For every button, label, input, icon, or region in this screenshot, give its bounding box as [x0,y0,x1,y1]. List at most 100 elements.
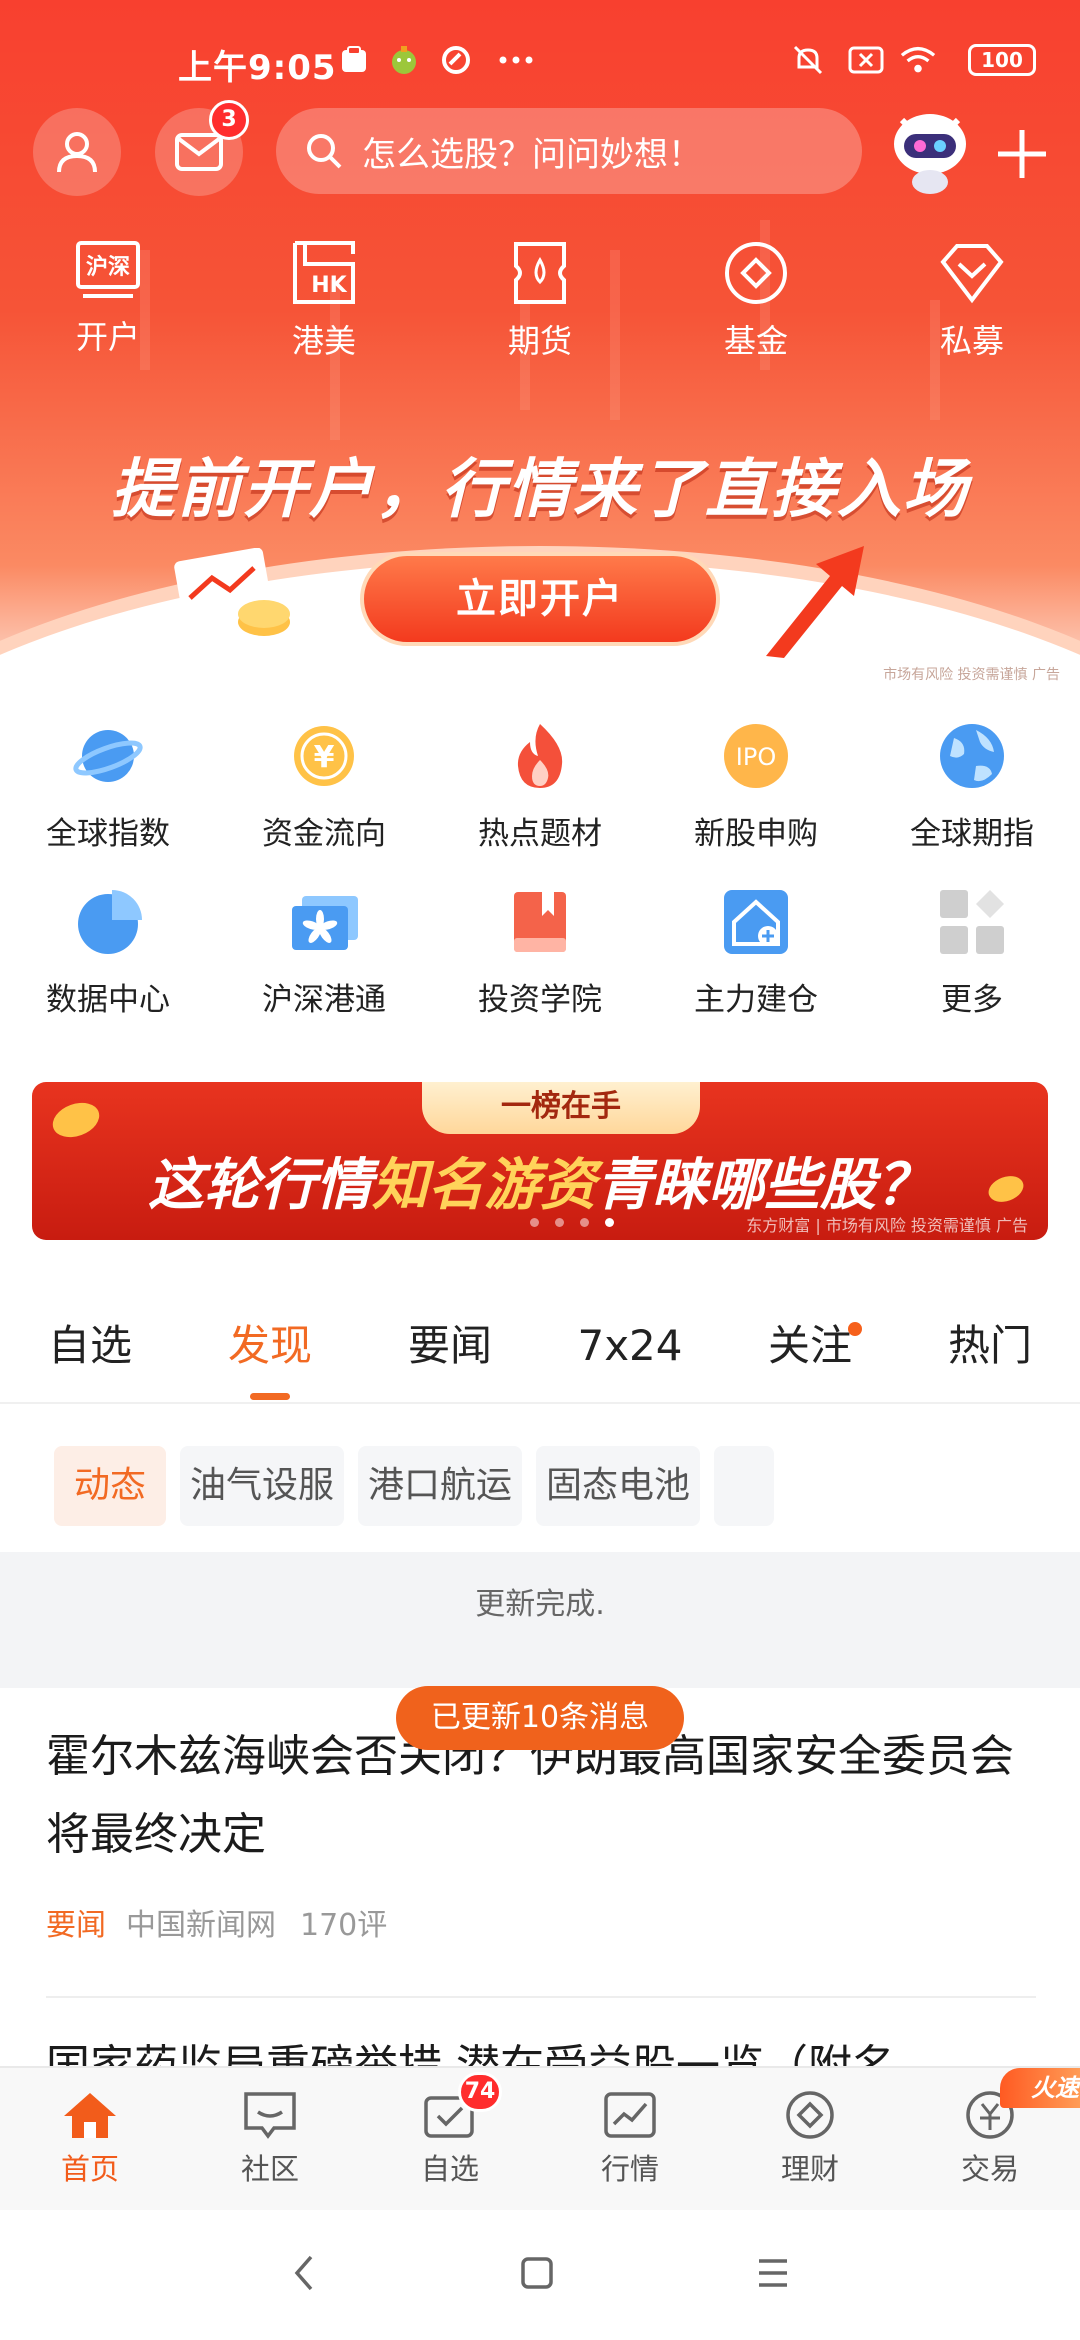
home-icon [64,2093,116,2138]
fund-icon [786,2091,834,2139]
svg-text:¥: ¥ [314,740,335,775]
mail-icon [175,133,223,171]
tab-hot[interactable]: 热门 [900,1300,1080,1402]
carousel-dot-active [605,1218,614,1227]
nav-market[interactable]: 行情 [540,2068,720,2210]
menu-icon[interactable] [755,2257,791,2293]
tab-news[interactable]: 要闻 [360,1300,540,1402]
tab-watchlist[interactable]: 自选 [0,1300,180,1402]
back-icon[interactable] [289,2253,319,2297]
hk-icon: HK [293,241,355,304]
profile-button[interactable] [33,108,121,196]
news-source: 中国新闻网 [126,1908,276,1943]
yuan-coin-icon: ¥ [288,720,360,792]
feature-main-position[interactable]: 主力建仓 [648,886,864,1052]
promo-tag: 一榜在手 [422,1082,700,1134]
promo-headline: 这轮行情知名游资青睐哪些股？ [32,1140,1048,1221]
trend-chart-icon [604,2092,656,2138]
globe-icon [936,720,1008,792]
nav-label: 理财 [780,2152,839,2186]
news-tag: 要闻 [46,1908,106,1943]
news-comments: 170评 [300,1908,388,1943]
carousel-dots [530,1218,614,1227]
tab-following[interactable]: 关注 [720,1300,900,1402]
chip-topic[interactable]: 固态电池 [536,1446,700,1526]
watchlist-badge: 74 [458,2072,502,2112]
feature-label: 新股申购 [694,816,818,852]
nav-wealth[interactable]: 理财 [720,2068,900,2210]
search-icon [307,134,342,169]
ipo-icon: IPO [720,720,792,792]
tab-discover[interactable]: 发现 [180,1300,360,1402]
promo-banner[interactable]: 一榜在手 这轮行情知名游资青睐哪些股？ 东方财富 | 市场有风险 投资需谨慎 广… [32,1082,1048,1240]
quick-entry-label: 开户 [75,318,140,356]
nav-label: 行情 [600,2152,659,2186]
svg-text:HK: HK [311,273,347,298]
feature-ipo-subscription[interactable]: IPO 新股申购 [648,720,864,886]
nav-label: 首页 [60,2152,119,2186]
feature-label: 投资学院 [478,982,602,1018]
feature-label: 沪深港通 [262,982,386,1018]
carousel-dot [580,1218,589,1227]
topic-chips: 动态 油气设服 港口航运 固态电池 [54,1446,1080,1528]
chip-topic[interactable]: 油气设服 [180,1446,344,1526]
update-toast: 已更新10条消息 [396,1686,684,1750]
open-account-button[interactable]: 立即开户 [360,552,720,646]
promo-headline-part: 青睐哪些股？ [596,1153,932,1218]
feature-label: 主力建仓 [694,982,818,1018]
feature-label: 资金流向 [262,816,386,852]
hero-disclaimer: 市场有风险 投资需谨慎 广告 [883,667,1060,683]
search-input[interactable]: 怎么选股？问问妙想！ [276,108,862,194]
nav-trade[interactable]: 交易 火速 [900,2068,1080,2210]
mail-button[interactable]: 3 [155,100,249,196]
fund-icon [725,242,787,304]
nav-home[interactable]: 首页 [0,2068,180,2210]
gold-coin-icon [52,1102,100,1138]
feature-capital-flow[interactable]: ¥ 资金流向 [216,720,432,886]
book-icon [504,886,576,958]
pie-chart-icon [72,886,144,958]
feature-global-index[interactable]: 全球指数 [0,720,216,886]
coin-chart-illustration [168,547,298,644]
news-item-partial[interactable]: 国家药监局重磅举措 潜在受益股一览（附名 [46,2030,1042,2070]
battery-indicator: 100 [968,44,1036,76]
feature-hot-topics[interactable]: 热点题材 [432,720,648,886]
robot-assistant-icon[interactable] [882,100,978,196]
feature-label: 全球期指 [910,816,1034,852]
add-button[interactable] [994,126,1050,182]
feature-data-center[interactable]: 数据中心 [0,886,216,1052]
promo-headline-highlight: 知名游资 [372,1153,596,1218]
quick-entry-fund[interactable]: 基金 [648,240,864,380]
feature-global-futures[interactable]: 全球期指 [864,720,1080,886]
quick-entry-label: 私募 [939,322,1004,360]
chip-dynamic[interactable]: 动态 [54,1446,166,1526]
quick-entry-hk-us[interactable]: HK 港美 [216,240,432,380]
chip-topic[interactable]: 港口航运 [358,1446,522,1526]
hk-flag-icon [288,886,360,958]
system-nav-bar [0,2210,1080,2340]
home-square-icon[interactable] [519,2255,555,2295]
feature-connect[interactable]: 沪深港通 [216,886,432,1052]
chat-icon [244,2092,296,2139]
tab-7x24[interactable]: 7x24 [540,1300,720,1402]
quick-entry-label: 基金 [723,322,788,360]
news-item[interactable]: 霍尔木兹海峡会否关闭？伊朗最高国家安全委员会将最终决定 要闻 中国新闻网 170评 [46,1718,1042,1944]
status-bar: 上午9:05 100 [0,30,1080,94]
divider [46,1996,1036,1998]
nav-watchlist[interactable]: 自选 74 [360,2068,540,2210]
android-icon [386,42,422,78]
nav-community[interactable]: 社区 [180,2068,360,2210]
promo-footer: 东方财富 | 市场有风险 投资需谨慎 广告 [746,1216,1028,1235]
feature-grid: 全球指数 ¥ 资金流向 热点题材 IPO 新股申购 全球期指 数据中心 沪深港通 [0,720,1080,1052]
quick-entry-futures[interactable]: 期货 [432,240,648,380]
search-placeholder: 怎么选股？问问妙想！ [362,134,702,175]
quick-entry-open-account[interactable]: 沪深 开户 [0,240,216,380]
news-meta: 要闻 中国新闻网 170评 [46,1900,1042,1944]
feature-more[interactable]: 更多 [864,886,1080,1052]
nav-label: 社区 [240,2152,299,2186]
feature-investment-academy[interactable]: 投资学院 [432,886,648,1052]
wifi-icon [900,42,936,78]
chip-partial[interactable] [714,1446,774,1526]
mute-bell-icon [790,42,826,78]
quick-entry-private-fund[interactable]: 私募 [864,240,1080,380]
